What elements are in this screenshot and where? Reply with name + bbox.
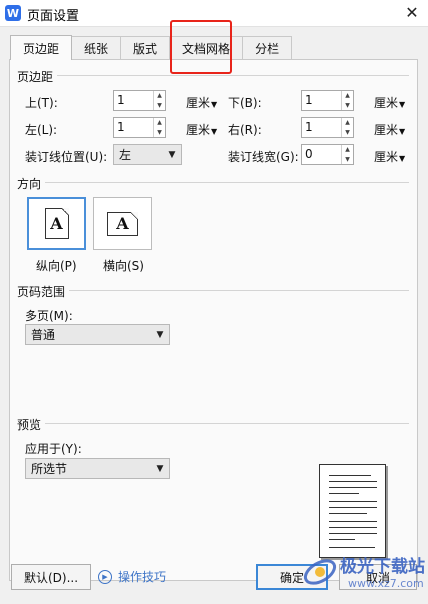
close-button[interactable]: ✕ bbox=[400, 1, 424, 23]
dialog-body: 页边距 纸张 版式 文档网格 分栏 页边距 上(T): 1 ▲ ▼ 厘米▼ 下(B… bbox=[0, 26, 428, 604]
bottom-margin-label: 下(B): bbox=[228, 96, 262, 110]
multiple-pages-select[interactable]: 普通 ▼ bbox=[25, 324, 170, 345]
right-margin-value[interactable]: 1 bbox=[302, 118, 341, 137]
play-icon: ▶ bbox=[98, 569, 112, 584]
right-margin-stepper[interactable]: 1 ▲ ▼ bbox=[301, 117, 354, 138]
left-margin-stepper[interactable]: 1 ▲ ▼ bbox=[113, 117, 166, 138]
chevron-down-icon: ▼ bbox=[156, 329, 164, 340]
chevron-down-icon: ▼ bbox=[168, 149, 176, 160]
right-margin-label: 右(R): bbox=[228, 123, 262, 137]
tab-columns[interactable]: 分栏 bbox=[242, 36, 293, 60]
right-margin-unit[interactable]: 厘米▼ bbox=[374, 121, 405, 138]
page-range-divider bbox=[69, 290, 409, 291]
page-range-section-title: 页码范围 bbox=[17, 285, 66, 299]
left-margin-unit[interactable]: 厘米▼ bbox=[186, 121, 217, 138]
gutter-width-label: 装订线宽(G): bbox=[228, 150, 299, 164]
spin-down-icon[interactable]: ▼ bbox=[342, 155, 353, 165]
tab-paper[interactable]: 纸张 bbox=[71, 36, 122, 60]
spin-up-icon[interactable]: ▲ bbox=[342, 145, 353, 155]
orientation-divider bbox=[45, 182, 409, 183]
gutter-width-unit[interactable]: 厘米▼ bbox=[374, 148, 405, 165]
preview-divider bbox=[45, 423, 409, 424]
margins-section-title: 页边距 bbox=[17, 70, 54, 84]
spin-up-icon[interactable]: ▲ bbox=[342, 91, 353, 101]
bottom-margin-value[interactable]: 1 bbox=[302, 91, 341, 110]
tips-label: 操作技巧 bbox=[118, 570, 167, 584]
top-margin-unit[interactable]: 厘米▼ bbox=[186, 94, 217, 111]
spin-down-icon[interactable]: ▼ bbox=[342, 101, 353, 111]
tab-document-grid[interactable]: 文档网格 bbox=[169, 36, 244, 60]
landscape-label[interactable]: 横向(S) bbox=[103, 257, 144, 274]
caret-down-icon: ▼ bbox=[399, 100, 406, 109]
left-margin-label: 左(L): bbox=[25, 123, 58, 137]
spin-down-icon[interactable]: ▼ bbox=[154, 101, 165, 111]
multiple-pages-label: 多页(M): bbox=[25, 309, 73, 323]
cancel-button[interactable]: 取消 bbox=[339, 564, 417, 590]
portrait-page-icon: A bbox=[44, 208, 69, 239]
caret-down-icon: ▼ bbox=[399, 154, 406, 163]
dialog-title: 页面设置 bbox=[27, 9, 80, 24]
portrait-label[interactable]: 纵向(P) bbox=[36, 257, 77, 274]
apply-to-select[interactable]: 所选节 ▼ bbox=[25, 458, 170, 479]
caret-down-icon: ▼ bbox=[211, 127, 218, 136]
spin-up-icon[interactable]: ▲ bbox=[154, 91, 165, 101]
spin-up-icon[interactable]: ▲ bbox=[342, 118, 353, 128]
bottom-margin-unit[interactable]: 厘米▼ bbox=[374, 94, 405, 111]
caret-down-icon: ▼ bbox=[211, 100, 218, 109]
bottom-margin-stepper[interactable]: 1 ▲ ▼ bbox=[301, 90, 354, 111]
landscape-page-icon: A bbox=[107, 211, 138, 236]
ok-button[interactable]: 确定 bbox=[256, 564, 328, 590]
title-bar: W 页面设置 ✕ bbox=[0, 0, 428, 26]
left-margin-value[interactable]: 1 bbox=[114, 118, 153, 137]
close-icon: ✕ bbox=[405, 2, 419, 22]
spin-down-icon[interactable]: ▼ bbox=[154, 128, 165, 138]
multiple-pages-value: 普通 bbox=[31, 328, 56, 342]
gutter-position-value: 左 bbox=[119, 148, 132, 162]
wps-writer-icon: W bbox=[5, 5, 21, 21]
landscape-option[interactable]: A bbox=[93, 197, 152, 250]
portrait-option[interactable]: A bbox=[27, 197, 86, 250]
tab-layout[interactable]: 版式 bbox=[120, 36, 171, 60]
spin-down-icon[interactable]: ▼ bbox=[342, 128, 353, 138]
gutter-position-label: 装订线位置(U): bbox=[25, 150, 108, 164]
page-preview bbox=[319, 464, 386, 558]
caret-down-icon: ▼ bbox=[399, 127, 406, 136]
tab-margins[interactable]: 页边距 bbox=[10, 35, 73, 60]
default-button[interactable]: 默认(D)... bbox=[11, 564, 91, 590]
orientation-section-title: 方向 bbox=[17, 177, 42, 191]
preview-section-title: 预览 bbox=[17, 418, 42, 432]
top-margin-value[interactable]: 1 bbox=[114, 91, 153, 110]
gutter-position-select[interactable]: 左 ▼ bbox=[113, 144, 182, 165]
tab-bar: 页边距 纸张 版式 文档网格 分栏 bbox=[10, 35, 293, 60]
margins-divider bbox=[57, 75, 409, 76]
gutter-width-stepper[interactable]: 0 ▲ ▼ bbox=[301, 144, 354, 165]
top-margin-stepper[interactable]: 1 ▲ ▼ bbox=[113, 90, 166, 111]
gutter-width-value[interactable]: 0 bbox=[302, 145, 341, 164]
apply-to-value: 所选节 bbox=[31, 462, 68, 476]
spin-up-icon[interactable]: ▲ bbox=[154, 118, 165, 128]
top-margin-label: 上(T): bbox=[25, 96, 58, 110]
chevron-down-icon: ▼ bbox=[156, 463, 164, 474]
tips-link[interactable]: ▶ 操作技巧 bbox=[98, 568, 166, 585]
apply-to-label: 应用于(Y): bbox=[25, 442, 82, 456]
